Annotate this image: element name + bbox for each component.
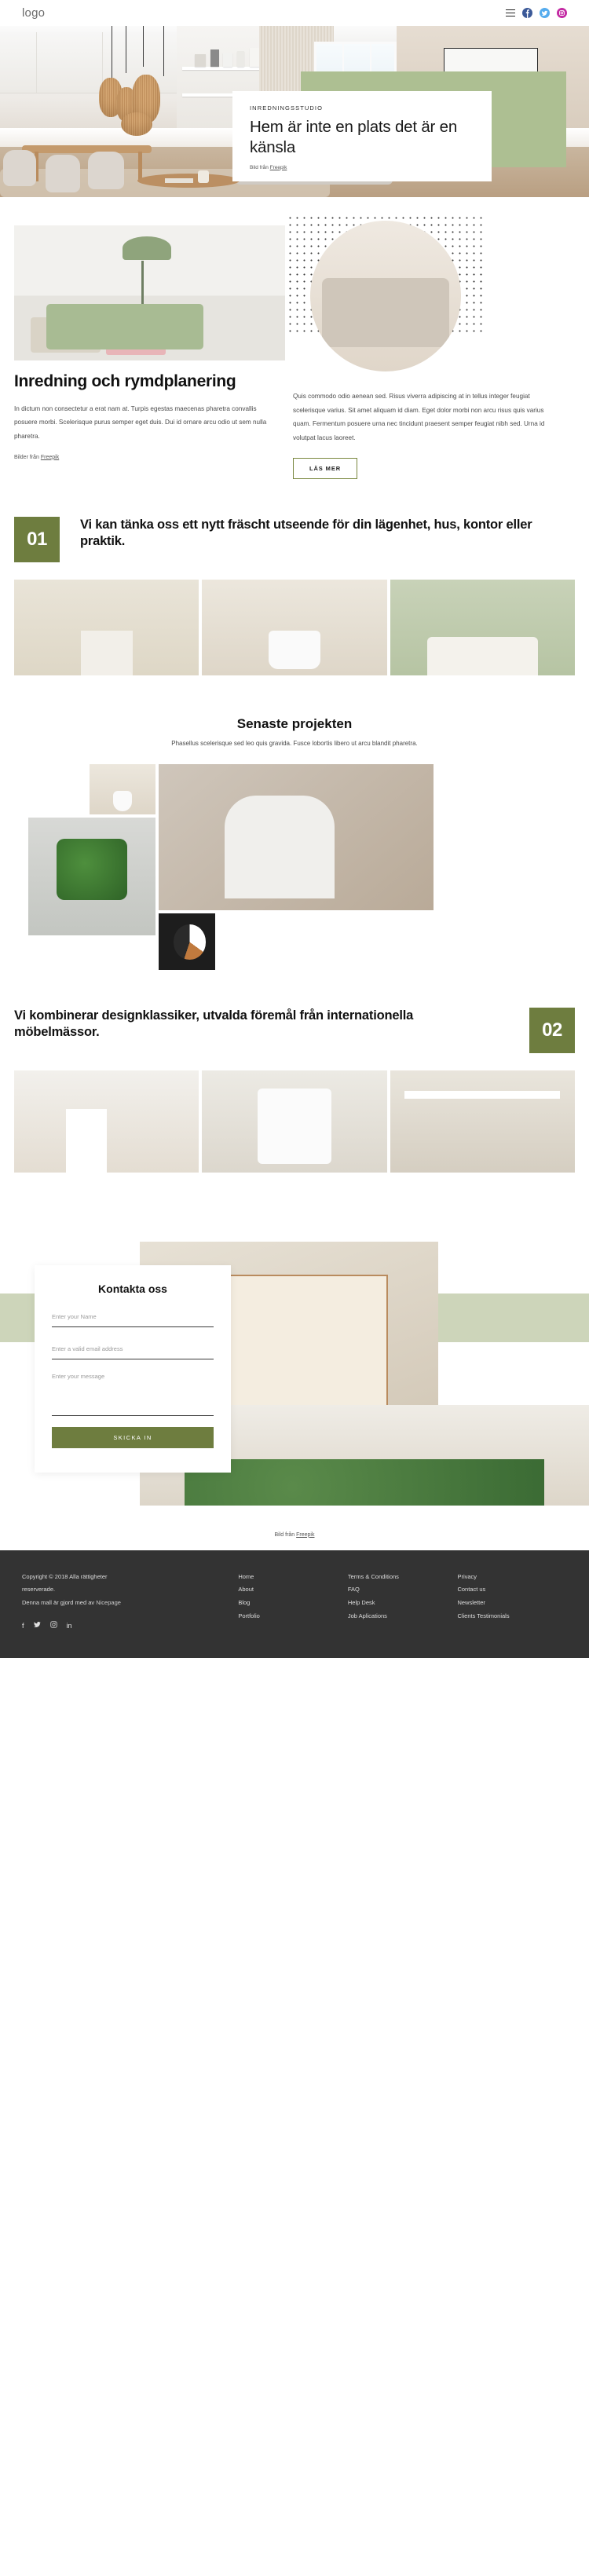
project-image-4 [159, 913, 215, 970]
gallery2-image-1 [14, 1070, 199, 1173]
section-02-number: 02 [529, 1007, 575, 1053]
footer-link[interactable]: Portfolio [238, 1610, 348, 1623]
gallery2-image-2 [202, 1070, 387, 1173]
footer-copyright-line2: reserverade. [22, 1586, 56, 1593]
page-root: logo INREDNINGSSTUDIO Hem är inte en pla… [0, 0, 589, 1658]
interior-image-credit: Bilder från Freepik [14, 455, 269, 460]
gallery-image-2 [202, 579, 387, 675]
section-01-gallery [0, 562, 589, 675]
contact-heading: Kontakta oss [98, 1282, 167, 1295]
hero-text-card: INREDNINGSSTUDIO Hem är inte en plats de… [232, 91, 492, 181]
facebook-icon[interactable]: f [22, 1619, 24, 1634]
footer-made-prefix: Denna mall är gjord med av [22, 1598, 97, 1606]
hero-title: Hem är inte en plats det är en känsla [250, 118, 458, 156]
site-footer: Copyright © 2018 Alla rättigheter reserv… [0, 1550, 589, 1658]
facebook-icon[interactable] [522, 8, 532, 18]
email-field-wrap [52, 1341, 214, 1359]
message-field-wrap [52, 1372, 214, 1416]
header-right [506, 8, 567, 18]
interior-right-col: Quis commodo odio aenean sed. Risus vive… [293, 372, 560, 479]
contact-credit-prefix: Bild från [274, 1531, 297, 1538]
message-input[interactable] [52, 1372, 214, 1407]
section-02-heading: Vi kombinerar designklassiker, utvalda f… [14, 1008, 414, 1040]
footer-social-row: f in [22, 1619, 238, 1634]
hero-image-credit: Bild från Freepik [250, 165, 474, 170]
gallery-image-3 [390, 579, 575, 675]
twitter-icon[interactable] [540, 8, 550, 18]
footer-column-3: Privacy Contact us Newsletter Clients Te… [457, 1571, 567, 1634]
instagram-icon[interactable] [557, 8, 567, 18]
twitter-icon[interactable] [33, 1619, 41, 1634]
footer-link[interactable]: Newsletter [457, 1597, 567, 1610]
interior-section: Inredning och rymdplanering In dictum no… [0, 197, 589, 479]
site-header: logo [0, 0, 589, 26]
project-image-2 [159, 763, 434, 910]
read-more-button[interactable]: LÄS MER [293, 457, 358, 479]
hero-section: INREDNINGSSTUDIO Hem är inte en plats de… [0, 26, 589, 197]
footer-link[interactable]: Privacy [457, 1571, 567, 1584]
projects-section: Senaste projekten Phasellus scelerisque … [0, 675, 589, 970]
interior-credit-link[interactable]: Freepik [41, 455, 59, 460]
contact-credit-link[interactable]: Freepik [296, 1532, 314, 1538]
section-01-heading: Vi kan tänka oss ett nytt fräscht utseen… [80, 517, 532, 549]
instagram-icon[interactable] [49, 1619, 57, 1634]
footer-made-link[interactable]: Nicepage [96, 1599, 121, 1606]
footer-copyright-line1: Copyright © 2018 Alla rättigheter [22, 1572, 108, 1580]
hero-kicker: INREDNINGSSTUDIO [250, 104, 324, 112]
gallery-image-1 [14, 579, 199, 675]
contact-image-credit: Bild från Freepik [0, 1532, 589, 1538]
contact-section: Kontakta oss SKICKA IN [0, 1224, 589, 1523]
section-02-gallery [0, 1053, 589, 1173]
hero-credit-link[interactable]: Freepik [270, 165, 287, 170]
footer-made-with: Denna mall är gjord med av Nicepage [22, 1597, 238, 1610]
footer-link[interactable]: Home [238, 1571, 348, 1584]
interior-paragraph-left: In dictum non consectetur a erat nam at.… [14, 404, 267, 441]
submit-button[interactable]: SKICKA IN [52, 1426, 214, 1448]
interior-credit-prefix: Bilder från [14, 454, 41, 460]
interior-circle-image [310, 221, 461, 371]
footer-link[interactable]: Job Aplications [348, 1610, 458, 1623]
footer-column-1: Home About Blog Portfolio [238, 1571, 348, 1634]
footer-link[interactable]: Contact us [457, 1583, 567, 1597]
project-image-1 [90, 763, 155, 814]
projects-grid [14, 763, 575, 970]
footer-link[interactable]: Blog [238, 1597, 348, 1610]
interior-left-image [14, 225, 285, 360]
logo[interactable]: logo [22, 6, 45, 20]
hero-credit-prefix: Bild från [250, 164, 270, 170]
project-image-3 [28, 817, 155, 935]
hamburger-icon[interactable] [506, 9, 515, 17]
projects-subtitle: Phasellus scelerisque sed leo quis gravi… [171, 739, 418, 747]
footer-link[interactable]: FAQ [348, 1583, 458, 1597]
footer-link[interactable]: About [238, 1583, 348, 1597]
footer-link[interactable]: Terms & Conditions [348, 1571, 458, 1584]
footer-link[interactable]: Help Desk [348, 1597, 458, 1610]
section-01: 01 Vi kan tänka oss ett nytt fräscht uts… [0, 479, 589, 562]
projects-heading: Senaste projekten [236, 715, 353, 731]
section-02: Vi kombinerar designklassiker, utvalda f… [0, 970, 589, 1053]
contact-form-card: Kontakta oss SKICKA IN [35, 1264, 231, 1473]
interior-left-col: Inredning och rymdplanering In dictum no… [14, 372, 293, 479]
section-01-number: 01 [14, 516, 60, 562]
gallery2-image-3 [390, 1070, 575, 1173]
interior-paragraph-right: Quis commodo odio aenean sed. Risus vive… [293, 393, 545, 441]
linkedin-icon[interactable]: in [67, 1619, 72, 1634]
footer-column-2: Terms & Conditions FAQ Help Desk Job Apl… [348, 1571, 458, 1634]
name-field-wrap [52, 1308, 214, 1327]
name-input[interactable] [52, 1312, 214, 1320]
email-input[interactable] [52, 1345, 214, 1352]
interior-heading: Inredning och rymdplanering [14, 372, 236, 390]
footer-copyright-block: Copyright © 2018 Alla rättigheter reserv… [22, 1571, 238, 1634]
footer-link[interactable]: Clients Testimonials [457, 1610, 567, 1623]
